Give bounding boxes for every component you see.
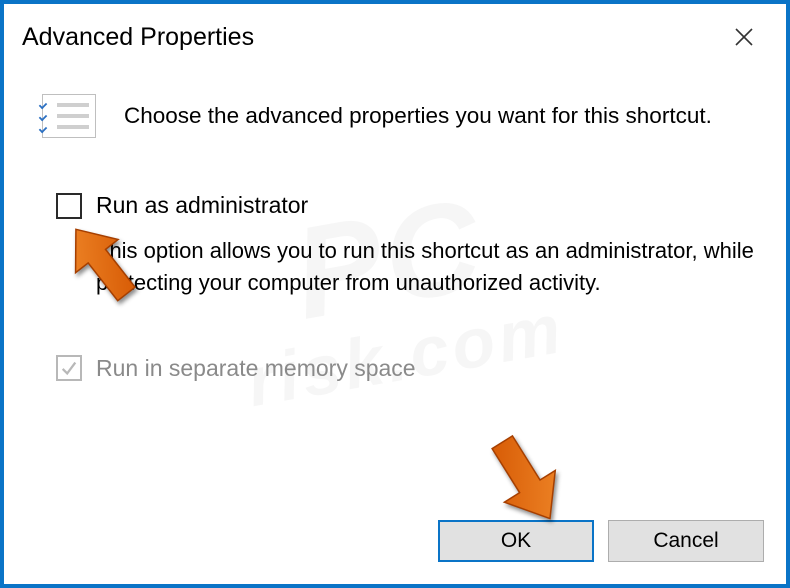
close-button[interactable]: [720, 13, 768, 61]
titlebar: Advanced Properties: [8, 8, 782, 66]
dialog-window: PC risk.com Advanced Properties Choose t…: [0, 0, 790, 588]
ok-button[interactable]: OK: [438, 520, 594, 562]
cancel-button-label: Cancel: [653, 529, 718, 553]
cancel-button[interactable]: Cancel: [608, 520, 764, 562]
option-separate-memory: Run in separate memory space: [56, 355, 758, 382]
close-icon: [734, 27, 754, 47]
dialog-title: Advanced Properties: [22, 23, 254, 52]
run-as-admin-checkbox[interactable]: [56, 193, 82, 219]
option-run-as-admin: Run as administrator This option allows …: [56, 192, 758, 299]
run-as-admin-description: This option allows you to run this short…: [96, 235, 756, 299]
ok-button-label: OK: [501, 529, 531, 553]
dialog-buttons: OK Cancel: [438, 520, 764, 562]
separate-memory-label: Run in separate memory space: [96, 355, 416, 382]
intro-text: Choose the advanced properties you want …: [124, 103, 712, 129]
properties-icon: [42, 94, 96, 138]
dialog-content: Choose the advanced properties you want …: [8, 76, 782, 504]
run-as-admin-label: Run as administrator: [96, 192, 308, 219]
intro-row: Choose the advanced properties you want …: [42, 94, 758, 138]
separate-memory-checkbox: [56, 355, 82, 381]
